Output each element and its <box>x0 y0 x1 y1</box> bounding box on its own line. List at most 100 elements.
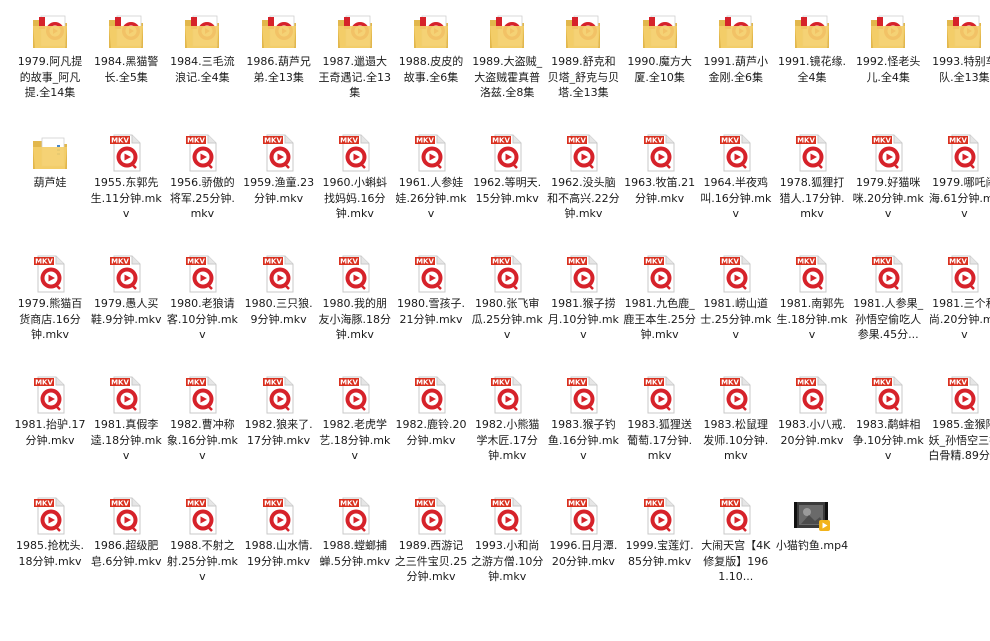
mkv-file-icon: MKV <box>411 375 451 415</box>
folder-icon <box>30 133 70 173</box>
svg-text:MKV: MKV <box>416 137 434 145</box>
mkv-file-icon: MKV <box>259 496 299 536</box>
svg-text:MKV: MKV <box>187 379 205 387</box>
svg-text:MKV: MKV <box>721 137 739 145</box>
file-label: 1983.狐狸送葡萄.17分钟.mkv <box>627 418 693 462</box>
file-label: 1993.特别车队.全13集 <box>932 55 990 84</box>
svg-text:MKV: MKV <box>416 500 434 508</box>
file-label: 1983.猴子钓鱼.16分钟.mkv <box>547 418 619 462</box>
svg-text:MKV: MKV <box>187 500 205 508</box>
file-label: 1989.西游记之三件宝贝.25分钟.mkv <box>394 539 468 583</box>
svg-text:MKV: MKV <box>35 258 53 266</box>
file-label: 1992.怪老头儿.全4集 <box>855 55 921 84</box>
svg-text:MKV: MKV <box>797 379 815 387</box>
mkv-file-icon: MKV <box>335 133 375 173</box>
svg-text:MKV: MKV <box>568 379 586 387</box>
file-label: 1979.阿凡提的故事_阿凡提.全14集 <box>17 55 83 99</box>
file-label: 1963.牧笛.21分钟.mkv <box>624 176 696 205</box>
file-label: 1988.山水情.19分钟.mkv <box>244 539 313 568</box>
folder-video-icon <box>335 12 375 52</box>
svg-text:MKV: MKV <box>340 379 358 387</box>
file-label: 1979.好猫咪咪.20分钟.mkv <box>852 176 924 220</box>
mkv-file-icon: MKV <box>640 375 680 415</box>
mkv-file-icon: MKV <box>563 496 603 536</box>
svg-text:MKV: MKV <box>645 379 663 387</box>
file-label: 1996.日月潭.20分钟.mkv <box>549 539 618 568</box>
folder-video-icon <box>640 12 680 52</box>
svg-text:MKV: MKV <box>492 258 510 266</box>
mkv-file-icon: MKV <box>716 254 756 294</box>
svg-text:MKV: MKV <box>416 258 434 266</box>
svg-text:MKV: MKV <box>568 137 586 145</box>
mkv-file-icon: MKV <box>487 254 527 294</box>
file-label: 1986.超级肥皂.6分钟.mkv <box>90 539 162 568</box>
file-label: 1981.崂山道士.25分钟.mkv <box>700 297 772 341</box>
mkv-file-icon: MKV <box>335 496 375 536</box>
mkv-file-icon: MKV <box>563 375 603 415</box>
svg-text:MKV: MKV <box>187 258 205 266</box>
mkv-file-icon: MKV <box>106 254 146 294</box>
file-label: 1981.三个和尚.20分钟.mkv <box>928 297 990 341</box>
file-label: 1981.九色鹿_鹿王本生.25分钟.mkv <box>623 297 696 341</box>
mkv-file-icon: MKV <box>30 254 70 294</box>
file-label: 1979.哪吒闹海.61分钟.mkv <box>928 176 990 220</box>
mkv-file-icon: MKV <box>335 254 375 294</box>
mkv-file-icon: MKV <box>487 496 527 536</box>
mkv-file-icon: MKV <box>106 496 146 536</box>
svg-text:MKV: MKV <box>568 258 586 266</box>
svg-text:MKV: MKV <box>873 258 891 266</box>
mkv-file-icon: MKV <box>792 375 832 415</box>
svg-text:MKV: MKV <box>111 137 129 145</box>
svg-text:MKV: MKV <box>340 500 358 508</box>
file-label: 1964.半夜鸡叫.16分钟.mkv <box>700 176 772 220</box>
file-label: 1982.鹿铃.20分钟.mkv <box>395 418 467 447</box>
mkv-file-icon: MKV <box>411 496 451 536</box>
file-label: 1980.三只狼.9分钟.mkv <box>244 297 313 326</box>
file-label: 1982.狼来了.17分钟.mkv <box>244 418 313 447</box>
svg-text:MKV: MKV <box>492 379 510 387</box>
file-label: 1959.渔童.23分钟.mkv <box>243 176 315 205</box>
mkv-file-icon: MKV <box>487 133 527 173</box>
mkv-file-icon: MKV <box>563 254 603 294</box>
file-label: 1979.愚人买鞋.9分钟.mkv <box>90 297 162 326</box>
folder-video-icon <box>868 12 908 52</box>
mp4-thumbnail-icon <box>792 496 832 536</box>
mkv-file-icon: MKV <box>487 375 527 415</box>
mkv-file-icon: MKV <box>182 496 222 536</box>
file-label: 1981.人参果_孙悟空偷吃人参果.45分... <box>853 297 924 341</box>
mkv-file-icon: MKV <box>335 375 375 415</box>
mkv-file-icon: MKV <box>259 254 299 294</box>
mkv-file-icon: MKV <box>106 133 146 173</box>
svg-text:MKV: MKV <box>492 137 510 145</box>
svg-text:MKV: MKV <box>721 379 739 387</box>
folder-video-icon <box>30 12 70 52</box>
svg-text:MKV: MKV <box>797 258 815 266</box>
mkv-file-icon: MKV <box>868 375 908 415</box>
mkv-file-icon: MKV <box>868 254 908 294</box>
file-label: 1983.小八戒.20分钟.mkv <box>778 418 846 447</box>
file-label: 1989.大盗贼_大盗贼霍真普洛兹.全8集 <box>472 55 543 99</box>
svg-text:MKV: MKV <box>721 500 739 508</box>
file-label: 葫芦娃 <box>33 176 67 189</box>
folder-video-icon <box>716 12 756 52</box>
file-label: 1988.不射之射.25分钟.mkv <box>166 539 238 583</box>
mkv-file-icon: MKV <box>944 254 984 294</box>
svg-text:MKV: MKV <box>187 137 205 145</box>
svg-text:MKV: MKV <box>35 500 53 508</box>
svg-text:MKV: MKV <box>645 500 663 508</box>
folder-video-icon <box>944 12 984 52</box>
file-label: 1960.小蝌蚪找妈妈.16分钟.mkv <box>322 176 388 220</box>
file-label: 1982.小熊猫学木匠.17分钟.mkv <box>474 418 540 462</box>
mkv-file-icon: MKV <box>716 375 756 415</box>
file-label: 1993.小和尚之游方僧.10分钟.mkv <box>470 539 544 583</box>
mkv-file-icon: MKV <box>411 133 451 173</box>
svg-text:MKV: MKV <box>645 137 663 145</box>
svg-text:MKV: MKV <box>111 258 129 266</box>
mkv-file-icon: MKV <box>259 375 299 415</box>
mkv-file-icon: MKV <box>868 133 908 173</box>
file-label: 1980.雪孩子.21分钟.mkv <box>397 297 465 326</box>
file-label: 1981.南郭先生.18分钟.mkv <box>776 297 848 341</box>
svg-text:MKV: MKV <box>111 379 129 387</box>
file-label: 1978.狐狸打猎人.17分钟.mkv <box>779 176 845 220</box>
mkv-file-icon: MKV <box>640 254 680 294</box>
